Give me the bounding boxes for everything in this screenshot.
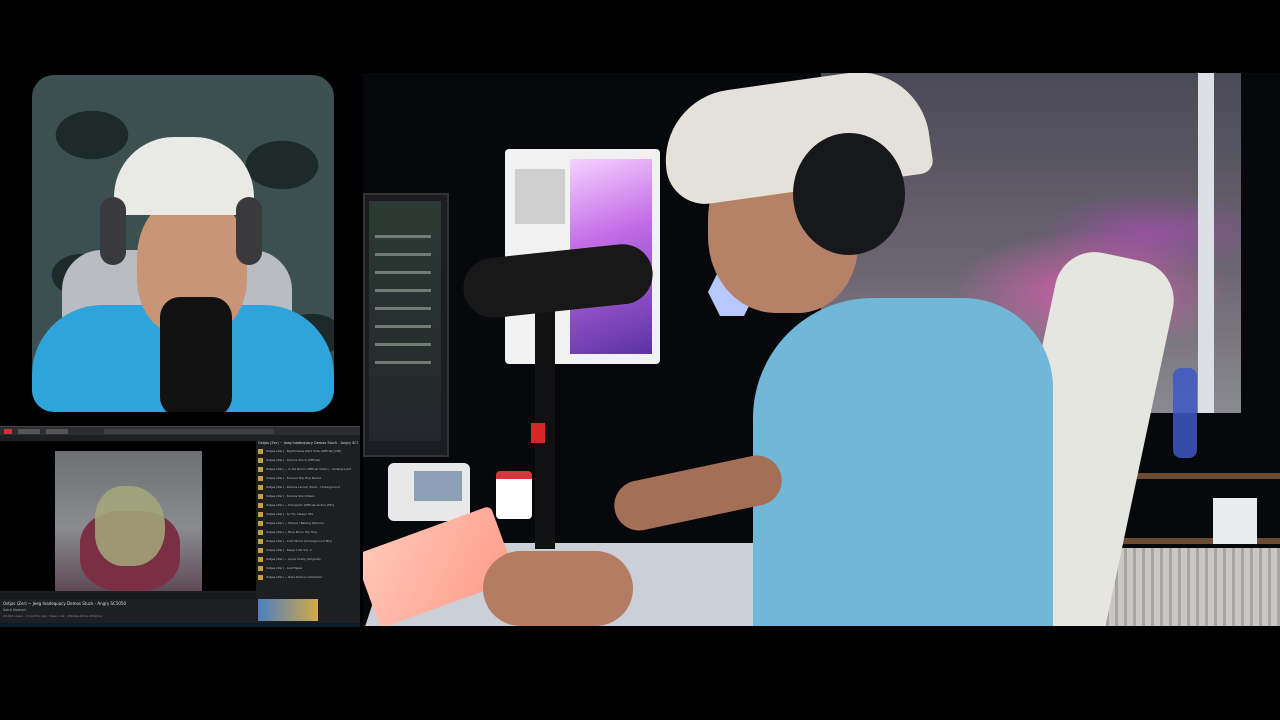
thumbnail-icon (258, 530, 263, 535)
headphone-right (236, 197, 262, 265)
thumbnail-icon (258, 503, 263, 508)
related-video-item[interactable]: Ostjas (Zer) ~ Hologram (Official Audio)… (258, 503, 358, 509)
video-title: Ostjas (Zer) ~ Jeeg Inadequacy Demos Stu… (3, 601, 127, 606)
monitor-text-line (375, 307, 431, 310)
related-video-title: Ostjas (Zer) ~ In Da Room (Official Vide… (266, 467, 352, 471)
related-video-title: Ostjas (Zer) - Demos Stuck (Official) (266, 458, 321, 462)
main-camera-panel (363, 73, 1280, 626)
thumbnail-icon (258, 575, 263, 580)
browser-tab[interactable] (46, 428, 68, 434)
video-frame-artwork (55, 451, 202, 591)
related-video-title: Ostjas (Zer) ~ Hologram (Official Audio)… (266, 503, 334, 507)
screen-capture-panel: Ostjas (Zer) ~ Jeeg Inadequacy Demos Stu… (0, 426, 360, 627)
monitor-text-line (375, 343, 431, 346)
browser-tab[interactable] (18, 428, 40, 434)
related-video-item[interactable]: Ostjas (Zer) ~ Rare Demos Collection (258, 575, 358, 581)
related-video-title: Ostjas (Zer) - Nightmares Dark Side (Off… (266, 449, 342, 453)
related-video-item[interactable]: Ostjas (Zer) - Demos Stuck Rare (258, 494, 358, 500)
related-thumbnail[interactable] (258, 599, 318, 621)
related-video-item[interactable]: Ostjas (Zer) - Nightmares Dark Side (Off… (258, 449, 358, 455)
channel-name[interactable]: Saint Nomad (3, 608, 26, 612)
thumbnail-icon (258, 512, 263, 517)
mini-retro-monitor (388, 463, 470, 521)
related-video-title: Ostjas (Zer) - Demos Lemon Slack - Under… (266, 485, 340, 489)
thumbnail-icon (258, 467, 263, 472)
video-description: 23,040 views · 3 months ago · Deep cuts … (3, 614, 103, 618)
desk-monitor (363, 193, 449, 457)
browser-tab-active[interactable] (4, 428, 12, 434)
related-video-item[interactable]: Ostjas (Zer) - Lost Tapes (258, 566, 358, 572)
window-frame (1198, 73, 1214, 413)
monitor-text-line (375, 325, 431, 328)
thumbnail-icon (258, 539, 263, 544)
related-video-title: Ostjas (Zer) ~ Blue Moon Hip Hop (266, 530, 317, 534)
related-video-item[interactable]: Ostjas (Zer) - Deep Cuts Vol. 2 (258, 548, 358, 554)
glass-piece (1173, 368, 1197, 458)
thumbnail-icon (258, 485, 263, 490)
related-video-item[interactable]: Ostjas (Zer) ~ In Da Room (Official Vide… (258, 467, 358, 473)
related-video-title: Ostjas (Zer) - Demos Stuck Rare (266, 494, 315, 498)
streamer-headphone (793, 133, 905, 255)
thumbnail-icon (258, 476, 263, 481)
streamer-hand (483, 551, 633, 626)
facecam-panel (32, 75, 334, 412)
microphone (160, 297, 232, 412)
thumbnail-icon (258, 566, 263, 571)
thumbnail-icon (258, 557, 263, 562)
related-video-title: Ostjas (Zer) - So Fly Classic Mix (266, 512, 314, 516)
related-video-item[interactable]: Ostjas (Zer) ~ Where I Belong (Remix) (258, 521, 358, 527)
jar (496, 471, 532, 519)
white-box (1213, 498, 1257, 544)
related-video-item[interactable]: Ostjas (Zer) - Cold World (Underground M… (258, 539, 358, 545)
video-controls[interactable] (0, 593, 256, 599)
taskbar (0, 623, 360, 627)
mic-clip (531, 423, 545, 443)
related-video-item[interactable]: Ostjas (Zer) - Demos Lemon Slack - Under… (258, 485, 358, 491)
pc-fan (515, 169, 565, 224)
monitor-text-line (375, 361, 431, 364)
related-videos-list: Ostjas (Zer) ~ Jeeg Inadequacy Demos Stu… (258, 441, 358, 601)
related-video-item[interactable]: Ostjas (Zer) ~ Blue Moon Hip Hop (258, 530, 358, 536)
streamer-body (753, 298, 1053, 626)
related-video-item[interactable]: Ostjas (Zer) - Forever Hip Hop Remix (258, 476, 358, 482)
thumbnail-icon (258, 449, 263, 454)
related-video-title: Ostjas (Zer) ~ Where I Belong (Remix) (266, 521, 324, 525)
headphone-left (100, 197, 126, 265)
related-video-item[interactable]: Ostjas (Zer) - Demos Stuck (Official) (258, 458, 358, 464)
related-video-title: Ostjas (Zer) - Deep Cuts Vol. 2 (266, 548, 312, 552)
monitor-text-line (375, 253, 431, 256)
thumbnail-icon (258, 494, 263, 499)
monitor-text-line (375, 289, 431, 292)
video-player[interactable] (0, 441, 256, 591)
related-video-title: Ostjas (Zer) ~ Gone Crazy (Original) (266, 557, 321, 561)
streamer-cap (114, 137, 254, 215)
related-video-title: Ostjas (Zer) - Lost Tapes (266, 566, 303, 570)
browser-tabbar (0, 427, 360, 435)
related-video-item[interactable]: Ostjas (Zer) ~ Gone Crazy (Original) (258, 557, 358, 563)
monitor-text-line (375, 235, 431, 238)
related-video-title: Ostjas (Zer) - Forever Hip Hop Remix (266, 476, 322, 480)
thumbnail-icon (258, 458, 263, 463)
thumbnail-icon (258, 548, 263, 553)
related-video-title: Ostjas (Zer) - Cold World (Underground M… (266, 539, 333, 543)
address-bar[interactable] (104, 428, 274, 434)
related-video-item[interactable]: Ostjas (Zer) - So Fly Classic Mix (258, 512, 358, 518)
related-video-title: Ostjas (Zer) ~ Rare Demos Collection (266, 575, 323, 579)
monitor-text-line (375, 271, 431, 274)
related-header: Ostjas (Zer) ~ Jeeg Inadequacy Demos Stu… (258, 441, 358, 445)
thumbnail-icon (258, 521, 263, 526)
